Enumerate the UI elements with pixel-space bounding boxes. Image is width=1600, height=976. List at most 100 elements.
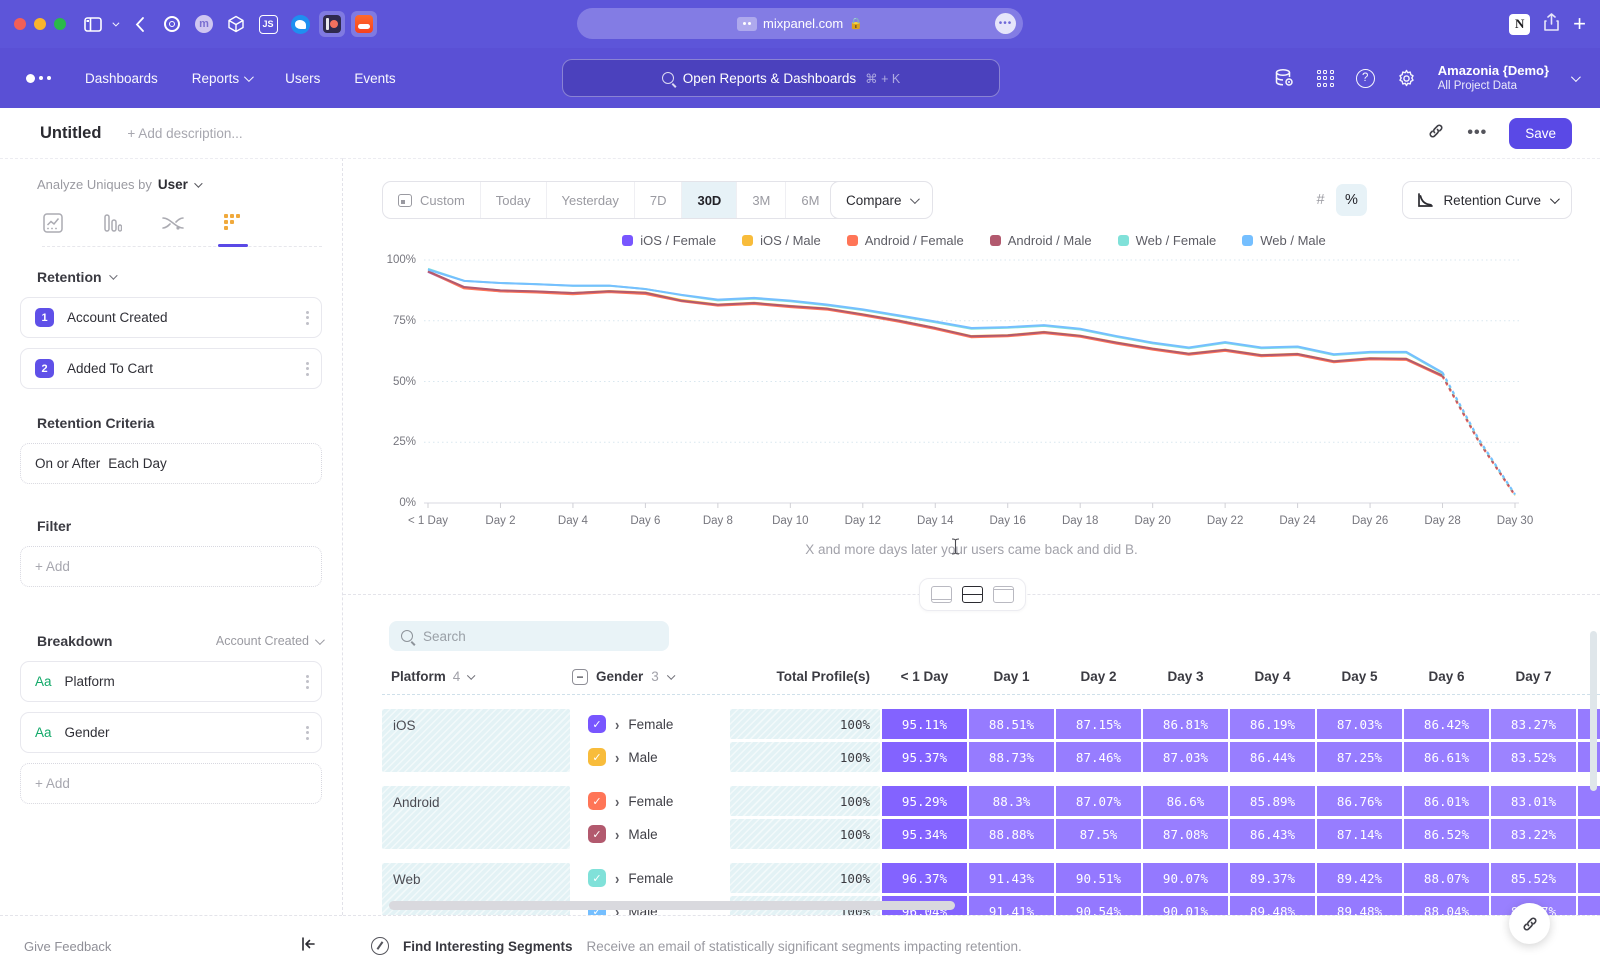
extension-loop-icon[interactable] xyxy=(159,11,185,37)
retention-value-cell[interactable]: 90.54% xyxy=(1056,896,1141,915)
vertical-scrollbar[interactable] xyxy=(1590,631,1597,791)
retention-value-cell[interactable]: 89.42% xyxy=(1317,863,1402,893)
tab-funnels[interactable] xyxy=(102,212,124,234)
report-title[interactable]: Untitled xyxy=(40,124,101,143)
copy-link-icon[interactable] xyxy=(1427,122,1445,145)
column-header-day[interactable]: Day 2 xyxy=(1056,669,1141,684)
retention-value-cell[interactable]: 83.22% xyxy=(1491,819,1576,849)
nav-reports[interactable]: Reports xyxy=(192,71,251,86)
retention-value-cell[interactable]: 87.5% xyxy=(1056,819,1141,849)
retention-value-cell[interactable]: 89.37% xyxy=(1230,863,1315,893)
extension-js-icon[interactable]: JS xyxy=(255,11,281,37)
expand-row-icon[interactable]: › xyxy=(615,792,619,810)
view-split-button[interactable] xyxy=(962,586,983,603)
horizontal-scrollbar[interactable] xyxy=(389,901,955,910)
expand-row-icon[interactable]: › xyxy=(615,715,619,733)
expand-row-icon[interactable]: › xyxy=(615,748,619,766)
url-more-icon[interactable]: ••• xyxy=(995,13,1016,34)
range-30d[interactable]: 30D xyxy=(682,182,737,218)
breakdown-applies-to[interactable]: Account Created xyxy=(216,634,322,648)
retention-value-cell[interactable]: 83.52% xyxy=(1491,742,1576,772)
segments-title[interactable]: Find Interesting Segments xyxy=(403,939,573,954)
save-button[interactable]: Save xyxy=(1509,118,1572,149)
range-custom[interactable]: Custom xyxy=(383,182,481,218)
retention-value-cell[interactable]: 88.51% xyxy=(969,709,1054,739)
table-row[interactable]: ✓›Female xyxy=(572,709,728,739)
retention-value-cell[interactable]: 90.51% xyxy=(1056,863,1141,893)
retention-value-cell[interactable]: 87.03% xyxy=(1317,709,1402,739)
legend-item[interactable]: Android / Male xyxy=(990,233,1092,248)
column-header-day[interactable]: Day 3 xyxy=(1143,669,1228,684)
retention-value-cell[interactable]: 95.34% xyxy=(882,819,967,849)
retention-value-cell[interactable]: 88.04% xyxy=(1404,896,1489,915)
retention-value-cell[interactable]: 86.52% xyxy=(1404,819,1489,849)
column-header-day[interactable]: Day 4 xyxy=(1230,669,1315,684)
kebab-menu-icon[interactable] xyxy=(306,726,309,740)
retention-value-cell[interactable]: 83.27% xyxy=(1491,709,1576,739)
table-row[interactable]: ✓›Male xyxy=(572,742,728,772)
column-header-day[interactable]: Day 5 xyxy=(1317,669,1402,684)
retention-line-chart[interactable]: 0%25%50%75%100% xyxy=(424,256,1519,514)
data-management-icon[interactable] xyxy=(1274,68,1295,88)
retention-value-cell[interactable]: 86.6% xyxy=(1143,786,1228,816)
close-window-button[interactable] xyxy=(14,18,26,30)
range-today[interactable]: Today xyxy=(481,182,547,218)
apps-grid-icon[interactable] xyxy=(1317,70,1334,87)
retention-step-1[interactable]: 1 Account Created xyxy=(20,297,322,338)
give-feedback-link[interactable]: Give Feedback xyxy=(24,939,111,954)
column-header-day[interactable]: < 1 Day xyxy=(882,669,967,684)
report-description-placeholder[interactable]: + Add description... xyxy=(127,126,242,141)
extension-cloud-icon[interactable] xyxy=(351,11,377,37)
breakdown-property-gender[interactable]: Aa Gender xyxy=(20,712,322,753)
criteria-each-day[interactable]: Each Day xyxy=(108,456,167,471)
retention-value-cell[interactable]: 90.01% xyxy=(1143,896,1228,915)
retention-value-cell[interactable]: 85.89% xyxy=(1230,786,1315,816)
retention-value-cell[interactable]: 87.03% xyxy=(1143,742,1228,772)
nav-events[interactable]: Events xyxy=(354,71,395,86)
retention-value-cell[interactable]: 88.73% xyxy=(969,742,1054,772)
criteria-on-or-after[interactable]: On or After xyxy=(35,456,100,471)
retention-value-cell[interactable]: 86.81% xyxy=(1143,709,1228,739)
select-all-checkbox[interactable]: − xyxy=(572,669,588,685)
extension-m-icon[interactable]: m xyxy=(191,11,217,37)
range-7d[interactable]: 7D xyxy=(635,182,683,218)
table-row[interactable]: ✓›Male xyxy=(572,819,728,849)
view-table-focus-button[interactable] xyxy=(993,586,1014,603)
legend-item[interactable]: Android / Female xyxy=(847,233,964,248)
back-icon[interactable] xyxy=(126,10,152,38)
series-checkbox[interactable]: ✓ xyxy=(588,748,606,766)
retention-value-cell[interactable]: 85.52% xyxy=(1491,863,1576,893)
retention-value-cell[interactable]: 95.29% xyxy=(882,786,967,816)
window-controls[interactable] xyxy=(14,18,66,30)
retention-value-cell[interactable]: 89.48% xyxy=(1317,896,1402,915)
tab-insights[interactable] xyxy=(42,212,64,234)
table-row[interactable]: ✓›Female xyxy=(572,786,728,816)
minimize-window-button[interactable] xyxy=(34,18,46,30)
tab-flows[interactable] xyxy=(162,212,184,234)
column-header-day[interactable]: Day 1 xyxy=(969,669,1054,684)
retention-criteria-control[interactable]: On or After Each Day xyxy=(20,443,322,484)
retention-section-header[interactable]: Retention xyxy=(37,269,322,285)
extension-blocker-icon[interactable] xyxy=(319,11,345,37)
filter-add-button[interactable]: + Add xyxy=(20,546,322,587)
extension-bird-icon[interactable] xyxy=(287,11,313,37)
retention-value-cell[interactable]: 88.88% xyxy=(969,819,1054,849)
range-3m[interactable]: 3M xyxy=(737,182,786,218)
retention-value-cell[interactable]: 86.19% xyxy=(1230,709,1315,739)
url-bar[interactable]: mixpanel.com 🔒 ••• xyxy=(577,8,1023,39)
kebab-menu-icon[interactable] xyxy=(306,362,309,376)
retention-value-cell[interactable]: 83.01% xyxy=(1491,786,1576,816)
retention-value-cell[interactable]: 86.42% xyxy=(1404,709,1489,739)
retention-value-cell[interactable]: 90.07% xyxy=(1143,863,1228,893)
new-tab-icon[interactable]: + xyxy=(1573,11,1586,37)
retention-value-cell[interactable]: 86.43% xyxy=(1230,819,1315,849)
retention-value-cell[interactable]: 87.46% xyxy=(1056,742,1141,772)
column-header-day[interactable]: Day 7 xyxy=(1491,669,1576,684)
project-switcher[interactable]: Amazonia {Demo} All Project Data xyxy=(1438,63,1549,94)
retention-value-cell[interactable]: 88.07% xyxy=(1404,863,1489,893)
retention-value-cell[interactable]: 87.14% xyxy=(1317,819,1402,849)
column-header-gender[interactable]: −Gender3 xyxy=(572,669,728,685)
tabs-chevron-icon[interactable] xyxy=(106,10,122,38)
breakdown-property-platform[interactable]: Aa Platform xyxy=(20,661,322,702)
series-checkbox[interactable]: ✓ xyxy=(588,715,606,733)
